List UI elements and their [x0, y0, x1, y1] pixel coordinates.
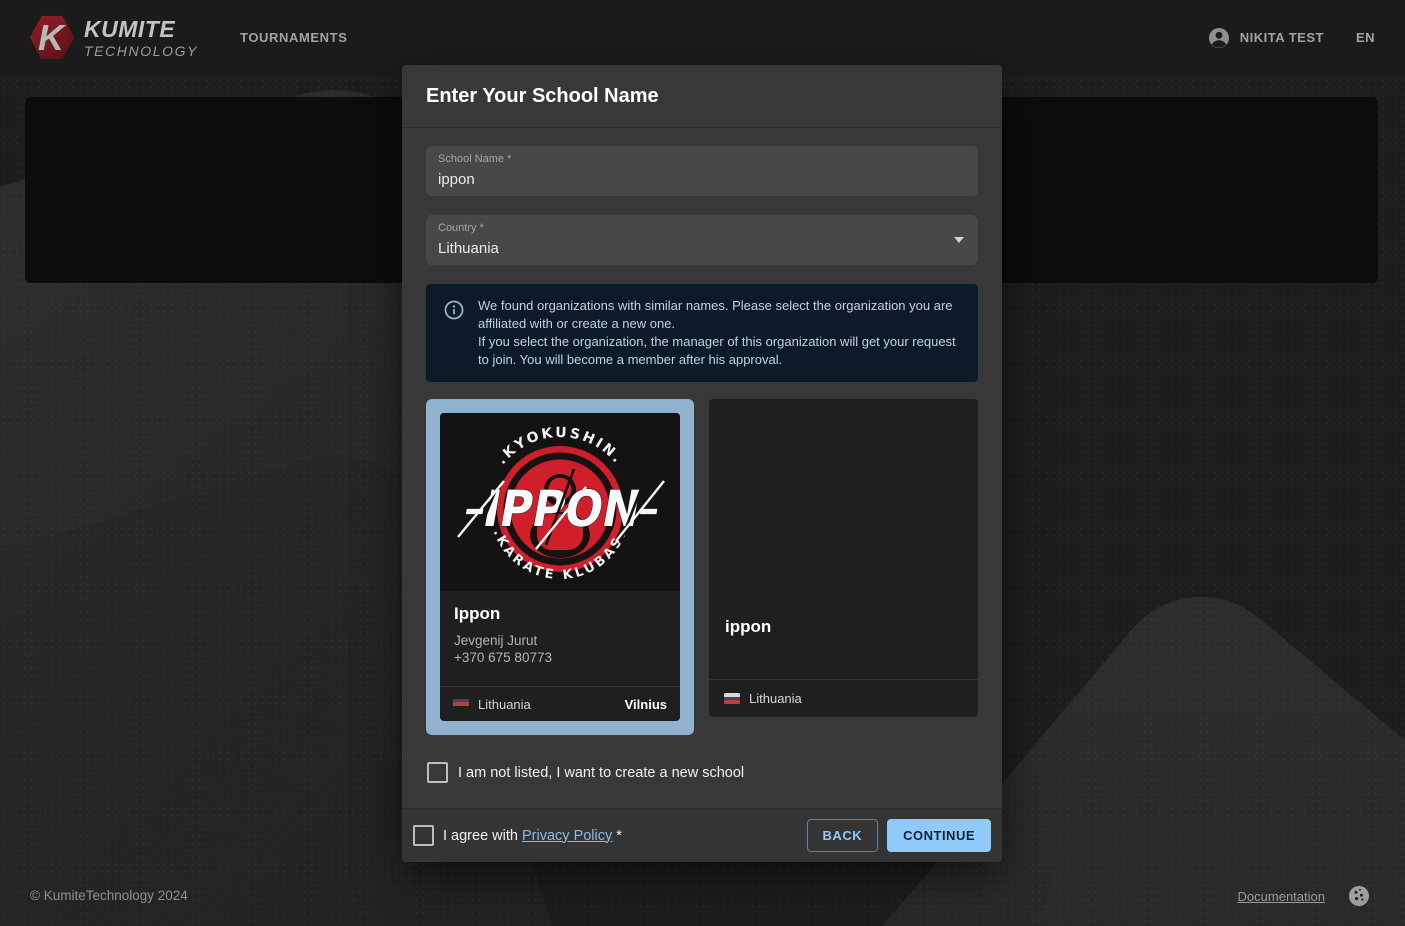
school-name-label: School Name * — [438, 153, 511, 165]
brand-name: KUMITE — [84, 18, 198, 41]
organization-city: Vilnius — [625, 697, 667, 712]
page-footer: © KumiteTechnology 2024 Documentation — [0, 876, 1405, 926]
organization-name: ippon — [725, 617, 962, 637]
dialog-footer: I agree with Privacy Policy * BACK CONTI… — [402, 808, 1002, 862]
brand-logo[interactable]: K KUMITE TECHNOLOGY — [30, 15, 198, 61]
school-dialog: Enter Your School Name School Name * ipp… — [402, 65, 1002, 862]
dialog-title: Enter Your School Name — [426, 85, 659, 108]
brand-logo-letter: K — [38, 16, 64, 60]
agree-privacy-checkbox[interactable] — [413, 825, 434, 846]
organization-card-ippon-plain[interactable]: ippon Lithuania — [709, 399, 978, 717]
create-new-school-checkbox[interactable] — [427, 762, 448, 783]
continue-button[interactable]: CONTINUE — [887, 819, 991, 852]
brand-hexagon-icon: K — [30, 15, 74, 61]
brand-text: KUMITE TECHNOLOGY — [84, 18, 198, 58]
user-name: NIKITA TEST — [1240, 30, 1324, 45]
organization-card-inner: .KYOKUSHIN. .KARATE KLUBAS. – – IPPON — [440, 413, 680, 721]
back-button[interactable]: BACK — [807, 819, 879, 852]
nav-tournaments[interactable]: TOURNAMENTS — [240, 30, 347, 45]
header-right: NIKITA TEST EN — [1207, 26, 1375, 50]
language-selector[interactable]: EN — [1356, 30, 1375, 45]
organization-cards: .KYOKUSHIN. .KARATE KLUBAS. – – IPPON — [426, 399, 978, 735]
account-circle-icon — [1207, 26, 1231, 50]
school-name-value: ippon — [438, 171, 475, 188]
cookie-settings-icon[interactable] — [1347, 884, 1371, 908]
organization-phone: +370 675 80773 — [454, 649, 666, 666]
documentation-link[interactable]: Documentation — [1238, 889, 1325, 904]
lithuania-flag-icon — [453, 699, 469, 710]
country-label: Country * — [438, 222, 484, 234]
dialog-content: School Name * ippon Country * Lithuania … — [402, 128, 1002, 808]
country-select[interactable]: Country * Lithuania — [426, 215, 978, 265]
organization-country: Lithuania — [478, 697, 531, 712]
alert-text: We found organizations with similar name… — [478, 297, 964, 369]
info-icon — [443, 299, 465, 321]
card-footer: Lithuania Vilnius — [440, 686, 680, 721]
agree-privacy-row: I agree with Privacy Policy * — [413, 825, 622, 846]
create-new-school-option: I am not listed, I want to create a new … — [427, 762, 978, 783]
create-new-school-label: I am not listed, I want to create a new … — [458, 765, 744, 781]
organization-manager: Jevgenij Jurut — [454, 632, 666, 649]
alert-line-2: If you select the organization, the mana… — [478, 333, 964, 369]
alert-line-1: We found organizations with similar name… — [478, 297, 964, 333]
organization-card-ippon-selected[interactable]: .KYOKUSHIN. .KARATE KLUBAS. – – IPPON — [426, 399, 694, 735]
chevron-down-icon — [954, 237, 964, 243]
copyright-text: © KumiteTechnology 2024 — [30, 888, 188, 903]
organization-country: Lithuania — [749, 691, 802, 706]
ippon-club-logo: .KYOKUSHIN. .KARATE KLUBAS. – – IPPON — [440, 413, 680, 591]
organization-name: Ippon — [454, 604, 666, 624]
dialog-header: Enter Your School Name — [402, 65, 1002, 128]
user-menu[interactable]: NIKITA TEST — [1207, 26, 1324, 50]
privacy-policy-link[interactable]: Privacy Policy — [522, 828, 612, 844]
country-value: Lithuania — [438, 240, 499, 257]
brand-subname: TECHNOLOGY — [84, 44, 198, 58]
card-body: Ippon Jevgenij Jurut +370 675 80773 — [440, 591, 680, 666]
card-body: ippon — [709, 604, 978, 645]
school-name-field[interactable]: School Name * ippon — [426, 146, 978, 196]
page: K KUMITE TECHNOLOGY TOURNAMENTS NIKITA T… — [0, 0, 1405, 926]
card-empty-media — [709, 399, 978, 604]
logo-word: IPPON — [479, 479, 645, 538]
lithuania-flag-icon — [724, 693, 740, 704]
app-header: K KUMITE TECHNOLOGY TOURNAMENTS NIKITA T… — [0, 0, 1405, 75]
info-alert: We found organizations with similar name… — [426, 284, 978, 382]
card-footer: Lithuania — [709, 679, 978, 717]
agree-privacy-label: I agree with Privacy Policy * — [443, 828, 622, 844]
required-mark: * — [616, 828, 622, 844]
agree-prefix: I agree with — [443, 828, 518, 844]
